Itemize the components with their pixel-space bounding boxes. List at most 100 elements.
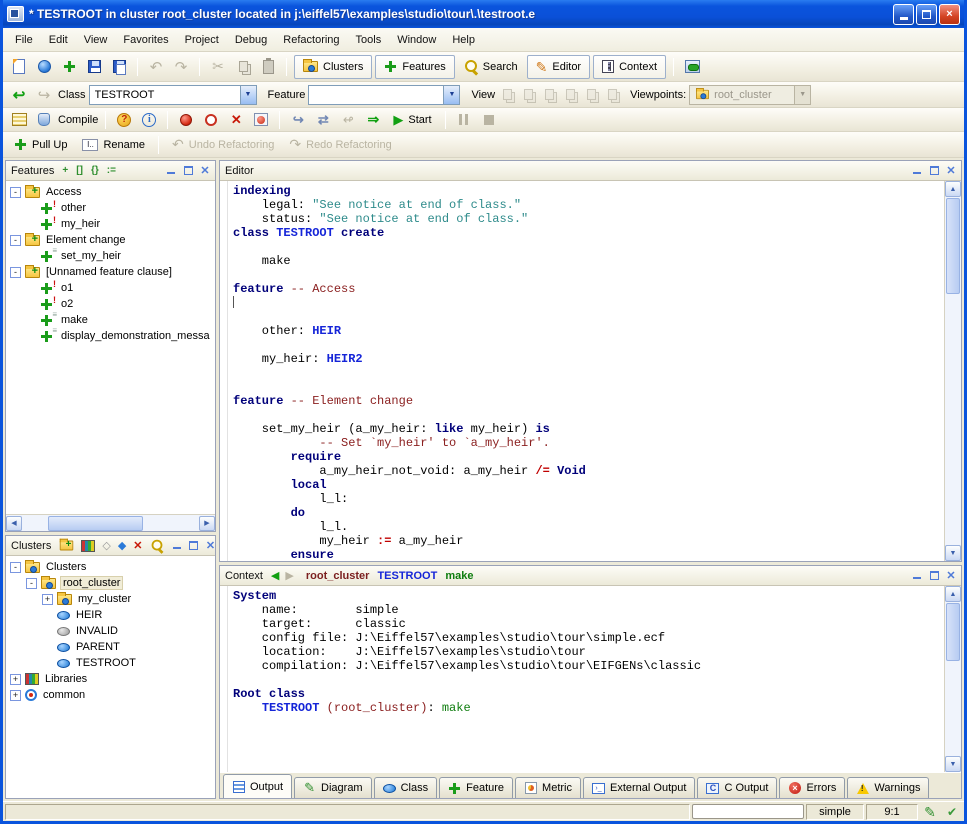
melt-icon[interactable] — [33, 109, 55, 131]
delete-icon[interactable]: ✕ — [133, 539, 142, 552]
run-no-stop-icon[interactable]: ⇒ — [362, 109, 384, 131]
breadcrumb-cluster[interactable]: root_cluster — [306, 570, 370, 582]
context-output-area[interactable]: System name: simple target: classic conf… — [220, 586, 944, 772]
tree-row[interactable]: TESTROOT — [6, 655, 215, 671]
remove-breakpoints-icon[interactable]: ✕ — [225, 109, 247, 131]
menu-item-favorites[interactable]: Favorites — [115, 31, 176, 49]
expander-icon[interactable]: - — [10, 267, 21, 278]
close-icon[interactable]: ✕ — [944, 569, 958, 582]
clusters-tree[interactable]: -Clusters-root_cluster+my_clusterHEIRINV… — [6, 556, 215, 798]
menu-item-tools[interactable]: Tools — [348, 31, 390, 49]
save-all-icon[interactable] — [108, 56, 130, 78]
minimize-icon[interactable] — [164, 164, 178, 177]
check-icon[interactable]: ✔ — [942, 805, 962, 819]
new-feature-icon[interactable] — [58, 56, 80, 78]
tree-row[interactable]: o2 — [6, 296, 215, 312]
minimize-icon[interactable] — [170, 539, 184, 552]
breakpoints-tool-icon[interactable] — [250, 109, 272, 131]
rename-button[interactable]: I.. Rename — [76, 133, 151, 157]
feature-combobox[interactable]: ▼ — [308, 85, 460, 105]
tab-external-output[interactable]: ›_External Output — [583, 777, 695, 798]
features-hscrollbar[interactable]: ◀ ▶ — [6, 514, 215, 531]
expander-icon[interactable]: - — [26, 578, 37, 589]
tree-row[interactable]: INVALID — [6, 623, 215, 639]
compile-question-icon[interactable]: ? — [113, 109, 135, 131]
hscroll-thumb[interactable] — [48, 516, 143, 531]
external-commands-icon[interactable] — [681, 56, 703, 78]
step-into-icon[interactable]: ⇄ — [312, 109, 334, 131]
editor-vscrollbar[interactable]: ▲ ▼ — [944, 181, 961, 561]
tab-diagram[interactable]: ✎Diagram — [294, 777, 372, 798]
tab-feature[interactable]: Feature — [439, 777, 513, 798]
minimize-button[interactable] — [893, 4, 914, 25]
chevron-down-icon[interactable]: ▼ — [240, 86, 256, 104]
vscroll-thumb[interactable] — [946, 603, 960, 661]
tree-row[interactable]: -root_cluster — [6, 575, 215, 591]
menu-item-project[interactable]: Project — [177, 31, 227, 49]
start-button[interactable]: ▶ Start — [387, 108, 437, 132]
menu-item-help[interactable]: Help — [444, 31, 483, 49]
tree-row[interactable]: -[Unnamed feature clause] — [6, 264, 215, 280]
tree-row[interactable]: -Element change — [6, 232, 215, 248]
scroll-down-icon[interactable]: ▼ — [945, 756, 961, 772]
add-feature-icon[interactable]: + — [62, 165, 68, 176]
minimize-icon[interactable] — [910, 569, 924, 582]
class-combobox[interactable]: TESTROOT ▼ — [89, 85, 257, 105]
tree-row[interactable]: my_heir — [6, 216, 215, 232]
minimize-icon[interactable] — [910, 164, 924, 177]
tree-row[interactable]: +common — [6, 687, 215, 703]
editor-code-area[interactable]: indexing legal: "See notice at end of cl… — [220, 181, 944, 561]
tree-row[interactable]: +Libraries — [6, 671, 215, 687]
clusters-tool-button[interactable]: Clusters — [294, 55, 372, 79]
maximize-icon[interactable] — [181, 164, 195, 177]
tree-row[interactable]: -Clusters — [6, 559, 215, 575]
vscroll-thumb[interactable] — [946, 198, 960, 294]
tab-output[interactable]: Output — [223, 774, 292, 798]
tree-row[interactable]: -Access — [6, 184, 215, 200]
close-button[interactable]: × — [939, 4, 960, 25]
diamond-outline-icon[interactable]: ◇ — [102, 539, 110, 552]
menu-item-view[interactable]: View — [76, 31, 116, 49]
expander-icon[interactable]: - — [10, 187, 21, 198]
close-icon[interactable]: ✕ — [204, 539, 218, 552]
tree-row[interactable]: PARENT — [6, 639, 215, 655]
tree-row[interactable]: other — [6, 200, 215, 216]
add-cluster-icon[interactable] — [60, 541, 74, 551]
tab-metric[interactable]: Metric — [515, 777, 581, 798]
history-back-icon[interactable]: ◀ — [271, 569, 279, 582]
close-icon[interactable]: ✕ — [944, 164, 958, 177]
maximize-button[interactable] — [916, 4, 937, 25]
menu-item-refactoring[interactable]: Refactoring — [275, 31, 347, 49]
new-document-icon[interactable] — [8, 56, 30, 78]
menu-item-file[interactable]: File — [7, 31, 41, 49]
tree-row[interactable]: +my_cluster — [6, 591, 215, 607]
features-tree[interactable]: -Accessothermy_heir-Element changeset_my… — [6, 181, 215, 514]
menu-item-edit[interactable]: Edit — [41, 31, 76, 49]
disable-breakpoints-icon[interactable] — [200, 109, 222, 131]
chevron-down-icon[interactable]: ▼ — [443, 86, 459, 104]
breadcrumb-class[interactable]: TESTROOT — [377, 570, 437, 582]
menu-item-debug[interactable]: Debug — [227, 31, 275, 49]
step-over-icon[interactable]: ↪ — [287, 109, 309, 131]
tab-class[interactable]: Class — [374, 777, 438, 798]
braces-icon[interactable]: {} — [91, 165, 99, 176]
enable-breakpoints-icon[interactable] — [175, 109, 197, 131]
context-vscrollbar[interactable]: ▲ ▼ — [944, 586, 961, 772]
pull-up-button[interactable]: Pull Up — [8, 133, 73, 157]
scroll-up-icon[interactable]: ▲ — [945, 181, 961, 197]
edit-mode-icon[interactable]: ✎ — [920, 805, 940, 819]
tree-row[interactable]: o1 — [6, 280, 215, 296]
tree-row[interactable]: make — [6, 312, 215, 328]
project-settings-icon[interactable] — [8, 109, 30, 131]
tab-errors[interactable]: ×Errors — [779, 777, 845, 798]
tree-row[interactable]: HEIR — [6, 607, 215, 623]
brackets-icon[interactable]: [] — [76, 165, 83, 176]
tab-warnings[interactable]: Warnings — [847, 777, 929, 798]
context-tool-button[interactable]: Context — [593, 55, 666, 79]
back-icon[interactable]: ↩ — [8, 84, 30, 106]
diamond-filled-icon[interactable]: ◆ — [118, 539, 126, 552]
save-icon[interactable] — [83, 56, 105, 78]
expander-icon[interactable]: + — [10, 690, 21, 701]
features-tool-button[interactable]: Features — [375, 55, 454, 79]
maximize-icon[interactable] — [927, 569, 941, 582]
